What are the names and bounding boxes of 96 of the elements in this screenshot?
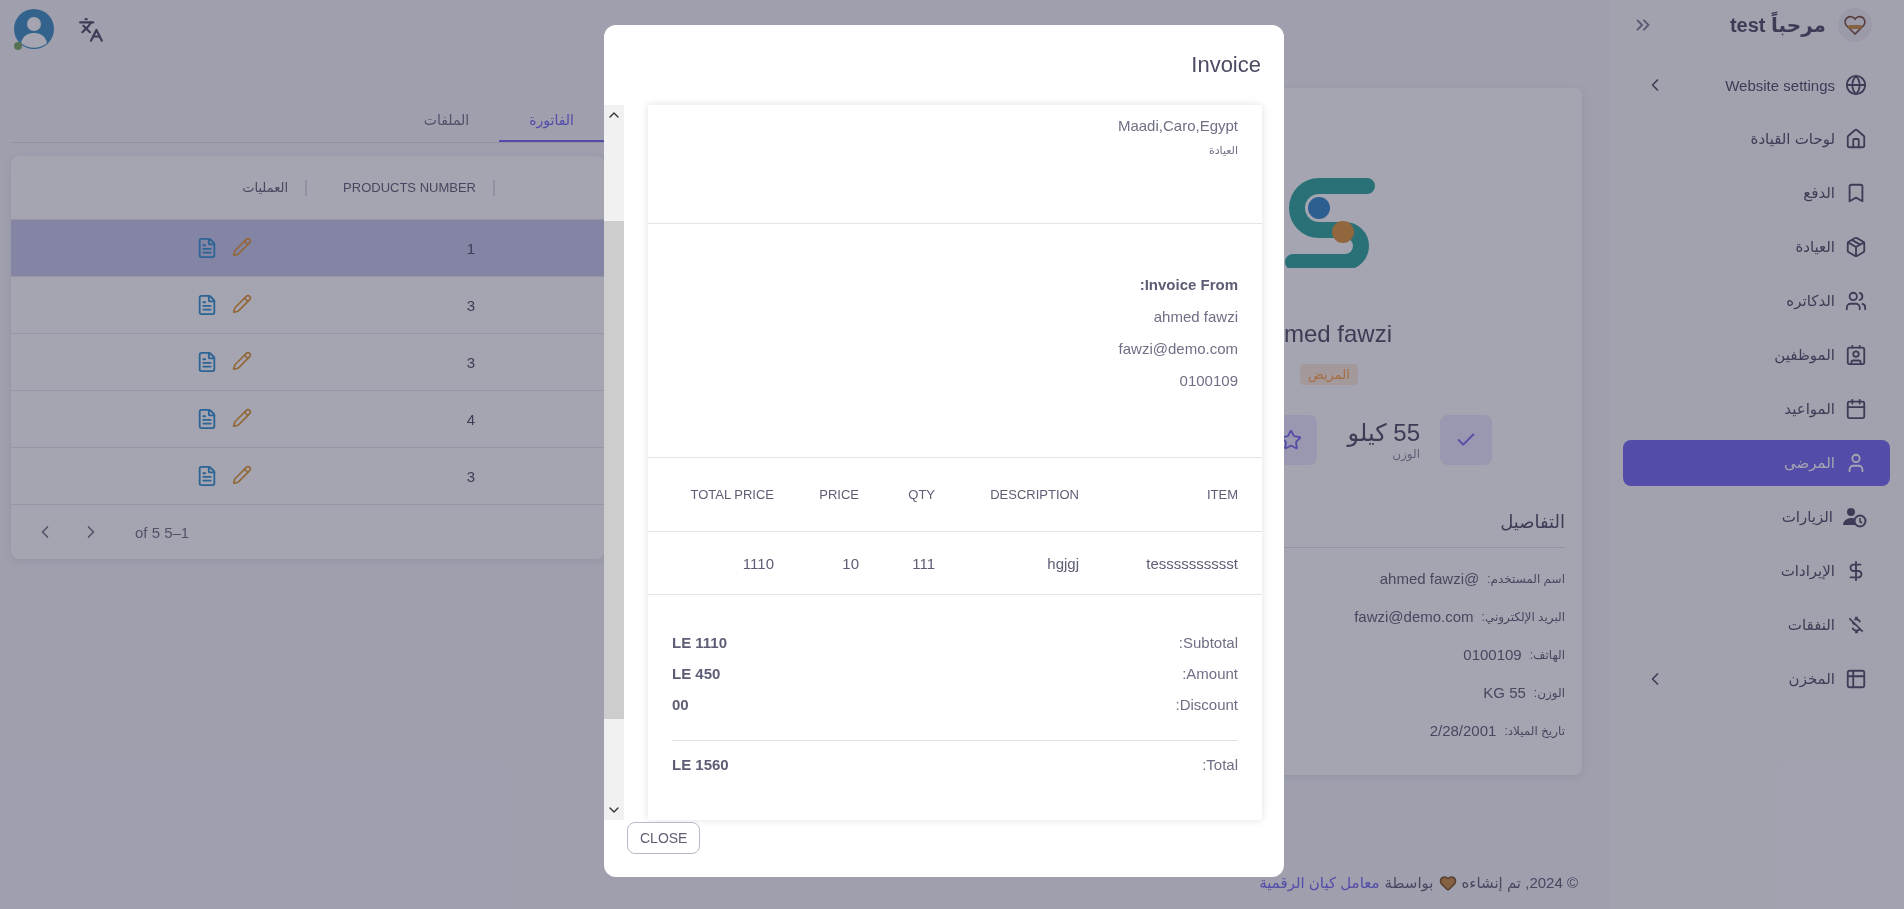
table-cell-text: 111 [911,554,935,572]
table-cell-text: 4 [465,410,476,428]
weight-value: 55 كيلو [1347,419,1420,447]
address-text: Maadi,Caro,Egypt [1117,117,1238,134]
total-label: :Discount [1175,696,1238,713]
table-row[interactable]: 4 [11,390,604,447]
table-cell-text: 1 [465,239,476,257]
table-cell-text: 3 [465,353,476,371]
globe-icon [1845,74,1867,96]
detail-value: 0100109 [1463,646,1522,663]
grand-total-value: LE 1560 [672,756,729,773]
document-icon[interactable] [196,294,218,316]
credit-text: بواسطة [1384,874,1434,892]
detail-value: fawzi@demo.com [1354,608,1474,625]
close-button[interactable]: CLOSE [627,822,701,854]
patient-name: med fawzi [1284,320,1394,348]
sidebar-item[interactable]: المخزن [1623,656,1890,702]
detail-label: تاريخ الميلاد: [1504,723,1565,738]
detail-label: الوزن: [1533,685,1565,700]
logo-icon [1285,176,1377,268]
invoice-from-title: :Invoice From [1139,276,1238,293]
column-header: DESCRIPTION [989,487,1079,502]
sender-detail: fawzi@demo.com [1118,340,1238,357]
table-cell-text: 1110 [741,554,774,572]
heart-icon [1438,874,1457,892]
sidebar-item[interactable]: العيادة [1623,224,1890,270]
pagination-text: of 5 5–1 [135,523,190,541]
detail-value: ahmed fawzi@ [1379,570,1480,587]
pencil-icon[interactable] [232,351,252,373]
table-cell-text: 10 [841,554,859,572]
pencil-icon[interactable] [232,465,252,487]
detail-value: KG 55 [1483,684,1526,701]
pencil-icon[interactable] [232,237,252,259]
document-icon[interactable] [196,408,218,430]
sender-detail: 0100109 [1179,372,1238,389]
copyright-text: © 2024, تم إنشاءه [1461,874,1578,892]
document-icon[interactable] [196,237,218,259]
scrollbar-thumb[interactable] [604,221,624,719]
total-label: :Amount [1182,665,1238,682]
logo-icon [1838,8,1872,42]
table-row[interactable]: 3 [11,447,604,504]
total-value: 00 [672,696,689,713]
total-label: :Subtotal [1178,634,1238,651]
sidebar-item[interactable]: النفقات [1623,602,1890,648]
sidebar-item[interactable]: الدفع [1623,170,1890,216]
cube-icon [1845,236,1867,258]
column-header: QTY [907,487,935,502]
grand-total-label: :Total [1202,756,1238,773]
contact-card-icon [1845,344,1867,366]
document-icon[interactable] [196,351,218,373]
detail-value: 2/28/2001 [1429,722,1497,739]
table-row[interactable]: 1 [11,219,604,276]
check-button[interactable] [1440,415,1492,465]
total-value: LE 450 [672,665,721,682]
table-cell-text: tesssssssssst [1145,554,1238,572]
pencil-icon[interactable] [232,294,252,316]
clinic-text: العيادة [1208,144,1238,157]
scrollbar[interactable] [604,105,624,820]
credit-link[interactable]: معامل كيان الرقمية [1259,874,1380,892]
sender-detail: ahmed fawzi [1153,308,1238,325]
sidebar-item[interactable]: الزيارات [1623,494,1890,540]
pencil-icon[interactable] [232,408,252,430]
column-header: TOTAL PRICE [689,487,774,502]
avatar-icon[interactable] [12,8,56,52]
greeting: مرحباً test [1729,13,1826,37]
detail-label: الهاتف: [1529,647,1565,662]
role-badge: المريض [1300,364,1358,385]
group-icon [1845,290,1867,312]
table-icon [1845,668,1867,690]
table-cell-text: 3 [465,467,476,485]
table-cell-text: hgjgj [1046,554,1079,572]
sidebar-item[interactable]: الدكاتره [1623,278,1890,324]
sidebar-item[interactable]: المواعيد [1623,386,1890,432]
weight-label: الوزن [1392,447,1420,461]
sidebar-item[interactable]: لوحات القيادة [1623,116,1890,162]
detail-label: البريد الإلكتروني: [1481,609,1565,624]
column-header: PRODUCTS NUMBER [307,180,495,195]
translate-icon[interactable] [78,17,104,43]
dialog-title: Invoice [1191,52,1261,78]
table-cell-text: 3 [465,296,476,314]
document-icon[interactable] [196,465,218,487]
sidebar-item[interactable]: Website settings [1623,62,1890,108]
table-row[interactable]: 3 [11,333,604,390]
home-icon [1845,128,1867,150]
column-header: ITEM [1205,487,1238,502]
user-clock-icon [1843,506,1867,528]
sidebar-item[interactable]: الإيرادات [1623,548,1890,594]
calendar-icon [1845,398,1867,420]
column-header: العمليات [11,180,307,195]
total-value: LE 1110 [672,634,728,651]
tab[interactable]: الملفات [393,100,500,142]
sidebar-item[interactable]: الموظفين [1623,332,1890,378]
column-header: PRICE [818,487,859,502]
sidebar-item[interactable]: المرضى [1623,440,1890,486]
table-row[interactable]: 3 [11,276,604,333]
detail-label: اسم المستخدم: [1487,571,1565,586]
